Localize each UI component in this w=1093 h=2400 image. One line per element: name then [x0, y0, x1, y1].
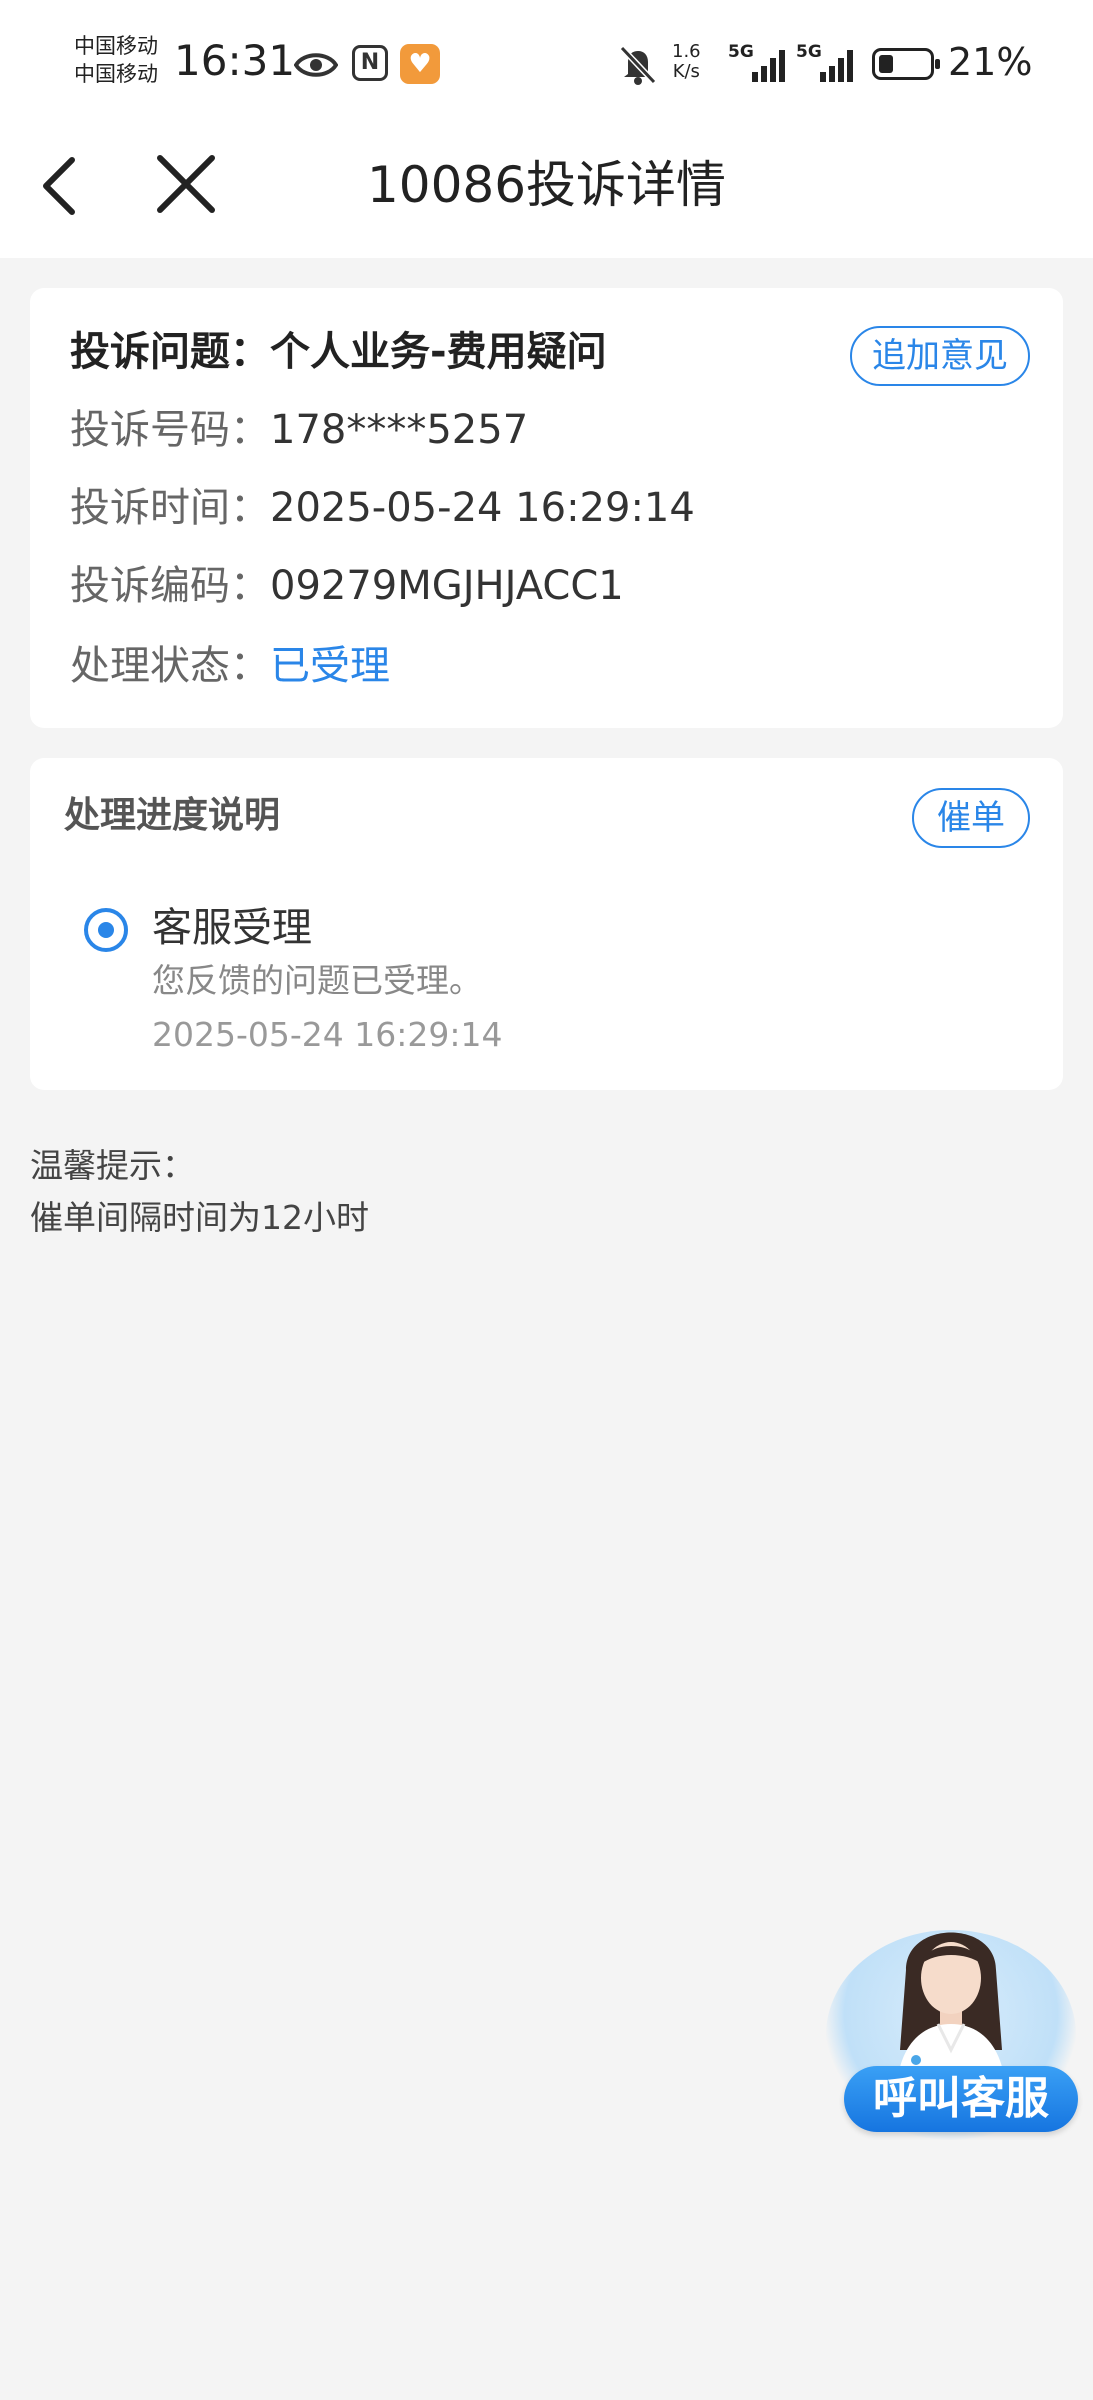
network-speed: 1.6 K/s	[672, 42, 701, 82]
call-service-label[interactable]: 呼叫客服	[844, 2066, 1078, 2132]
add-opinion-button[interactable]: 追加意见	[850, 326, 1030, 386]
battery-percent: 21%	[948, 40, 1033, 84]
time-value: 2025-05-24 16:29:14	[270, 485, 695, 531]
status-badge: 已受理	[270, 643, 390, 689]
bell-muted-icon	[619, 45, 657, 85]
complaint-status-row: 处理状态：已受理	[70, 638, 390, 694]
speed-unit: K/s	[672, 61, 700, 82]
number-label: 投诉号码：	[70, 407, 270, 453]
tips-text: 催单间隔时间为12小时	[30, 1198, 369, 1237]
carrier-1: 中国移动	[74, 34, 158, 58]
battery-icon	[872, 48, 940, 80]
chevron-left-icon[interactable]	[36, 150, 86, 222]
urge-button[interactable]: 催单	[912, 788, 1030, 848]
close-icon[interactable]	[154, 152, 218, 216]
tips-heading: 温馨提示：	[30, 1146, 195, 1185]
battery-fill	[879, 55, 893, 73]
carrier-2: 中国移动	[74, 62, 158, 86]
complaint-code-row: 投诉编码：09279MGJHJACC1	[70, 558, 624, 614]
complaint-info-card: 投诉问题：个人业务-费用疑问 追加意见 投诉号码：178****5257 投诉时…	[30, 288, 1063, 728]
status-label: 处理状态：	[70, 643, 270, 689]
issue-label: 投诉问题：	[70, 329, 270, 375]
network-type-1: 5G	[728, 42, 754, 62]
code-value: 09279MGJHJACC1	[270, 563, 624, 609]
issue-value: 个人业务-费用疑问	[270, 329, 607, 375]
complaint-number-row: 投诉号码：178****5257	[70, 402, 528, 458]
step-radio-icon	[84, 908, 128, 952]
complaint-issue-row: 投诉问题：个人业务-费用疑问	[70, 324, 607, 380]
progress-card: 处理进度说明 催单 客服受理 您反馈的问题已受理。 2025-05-24 16:…	[30, 758, 1063, 1090]
avatar	[896, 1932, 1006, 2090]
call-service-fab[interactable]: 呼叫客服	[826, 1890, 1078, 2140]
step-title: 客服受理	[152, 905, 312, 951]
number-value: 178****5257	[270, 407, 529, 453]
speed-value: 1.6	[672, 41, 701, 62]
nfc-icon: N	[352, 45, 388, 81]
page-title: 10086投诉详情	[366, 156, 727, 214]
complaint-time-row: 投诉时间：2025-05-24 16:29:14	[70, 480, 695, 536]
time-label: 投诉时间：	[70, 485, 270, 531]
status-bar: 中国移动 中国移动 16:31 N ♥ 1.6 K/s 5G 5G 21%	[0, 0, 1093, 130]
network-type-2: 5G	[796, 42, 822, 62]
step-time: 2025-05-24 16:29:14	[152, 1015, 503, 1054]
carrier-labels: 中国移动 中国移动	[74, 32, 158, 88]
app-icon: ♥	[400, 44, 440, 84]
status-time: 16:31	[174, 36, 296, 85]
eye-icon	[294, 53, 338, 77]
tips-section: 温馨提示： 催单间隔时间为12小时	[30, 1140, 369, 1244]
signal-icon: 5G	[728, 42, 790, 82]
step-description: 您反馈的问题已受理。	[152, 961, 482, 1000]
signal-icon: 5G	[796, 42, 858, 82]
progress-title: 处理进度说明	[64, 795, 281, 836]
code-label: 投诉编码：	[70, 563, 270, 609]
